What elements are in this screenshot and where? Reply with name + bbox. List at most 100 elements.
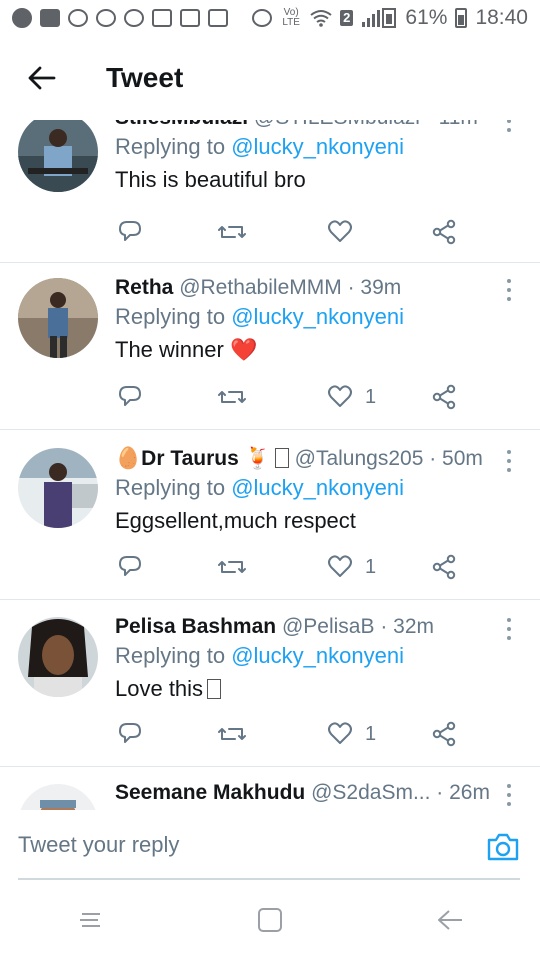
mention-link[interactable]: @lucky_nkonyeni [231,643,404,668]
tweet-text-line: Love this [115,673,520,705]
like-button[interactable]: 1 [327,380,376,414]
retweet-button[interactable] [218,215,246,249]
replying-to: Replying to @lucky_nkonyeni [115,641,520,671]
more-options-icon[interactable] [506,618,512,640]
camera-button[interactable] [486,832,520,862]
tweet-actions: 1 [115,380,465,414]
system-icons: Vo) LTE 2 61% 18:40 [252,6,528,30]
back-button[interactable] [18,54,66,102]
messenger-icon [96,9,116,27]
retweet-button[interactable] [218,380,246,414]
like-button[interactable]: 1 [327,717,376,751]
tweet-actions [115,215,465,249]
reply-button[interactable] [117,717,145,751]
share-icon [432,554,456,580]
checklist-icon [180,9,200,27]
more-options-icon[interactable] [506,279,512,301]
tweet-text: This is beautiful bro [115,167,306,192]
author-name[interactable]: Dr Taurus [141,447,239,470]
more-options-icon[interactable] [506,120,512,132]
heart-icon [328,722,352,744]
replying-prefix: Replying to [115,304,226,329]
heart-icon [328,555,352,577]
retweet-button[interactable] [218,550,246,584]
reply-button[interactable] [117,215,145,249]
tweet-item[interactable]: StilesMbulazi @STILESMbulazi · 11m Reply… [0,120,540,263]
avatar[interactable] [18,120,98,192]
avatar[interactable] [18,617,98,697]
share-button[interactable] [431,550,459,584]
gmail-icon [152,9,172,27]
tweet-text: The winner [115,337,224,362]
notification-icons [12,8,228,28]
like-button[interactable] [327,215,365,249]
replying-to: Replying to @lucky_nkonyeni [115,473,520,503]
mention-link[interactable]: @lucky_nkonyeni [231,475,404,500]
reply-feed[interactable]: StilesMbulazi @STILESMbulazi · 11m Reply… [0,120,540,810]
author-handle[interactable]: @RethabileMMM [179,276,342,299]
tweet-time: · 26m [436,781,490,804]
tweet-header: 🥚Dr Taurus 🍹 @Talungs205 · 50m [115,445,520,473]
author-handle[interactable]: @S2daSm... [311,781,430,804]
author-handle[interactable]: @Talungs205 [295,447,424,470]
missing-glyph-icon [274,448,289,468]
opera-icon [12,8,32,28]
author-handle[interactable]: @PelisaB [282,615,375,638]
reply-input[interactable]: Tweet your reply [18,832,488,858]
like-count: 1 [365,385,377,408]
avatar[interactable] [18,784,98,810]
tweet-item[interactable]: Retha @RethabileMMM · 39m Replying to @l… [0,263,540,430]
home-button[interactable] [240,895,300,945]
replying-prefix: Replying to [115,134,226,159]
tweet-item[interactable]: 🥚Dr Taurus 🍹 @Talungs205 · 50m Replying … [0,430,540,600]
mention-link[interactable]: @lucky_nkonyeni [231,134,404,159]
tweet-item[interactable]: Pelisa Bashman @PelisaB · 32m Replying t… [0,600,540,767]
heart-emoji: ❤️ [229,337,258,362]
app-bar: Tweet [0,36,540,120]
missing-glyph-icon [207,679,222,699]
like-button[interactable]: 1 [327,550,376,584]
more-options-icon[interactable] [506,784,512,806]
reply-input-underline [18,878,520,880]
name-emoji: 🥚 [115,447,142,470]
retweet-button[interactable] [218,717,246,751]
tweet-text: Love this [115,676,204,701]
more-options-icon[interactable] [506,450,512,472]
author-name[interactable]: Pelisa Bashman [115,615,276,638]
author-name[interactable]: Seemane Makhudu [115,781,305,804]
like-count: 1 [365,555,377,578]
avatar[interactable] [18,448,98,528]
tweet-body: Retha @RethabileMMM · 39m Replying to @l… [115,274,520,366]
home-icon [258,908,282,932]
author-handle[interactable]: @STILESMbulazi [254,120,420,129]
tweet-header: Pelisa Bashman @PelisaB · 32m [115,613,520,641]
status-bar: Vo) LTE 2 61% 18:40 [0,0,540,36]
reply-composer: Tweet your reply [0,810,540,880]
author-name[interactable]: Retha [115,276,173,299]
reply-button[interactable] [117,380,145,414]
tweet-item[interactable]: Seemane Makhudu @S2daSm... · 26m [0,767,540,810]
gallery-icon [208,9,228,27]
whatsapp-icon [68,9,88,27]
tweet-actions: 1 [115,550,465,584]
share-button[interactable] [431,380,459,414]
avatar[interactable] [18,278,98,358]
share-icon [432,219,456,245]
tweet-time: · 39m [347,276,402,299]
arrow-left-icon [28,66,56,90]
back-nav-button[interactable] [420,895,480,945]
share-button[interactable] [431,215,459,249]
replying-prefix: Replying to [115,475,226,500]
reply-button[interactable] [117,550,145,584]
share-icon [432,384,456,410]
screen: Vo) LTE 2 61% 18:40 Tweet Replying to @l… [0,0,540,960]
recent-apps-button[interactable] [60,895,120,945]
tweet-header: Retha @RethabileMMM · 39m [115,274,520,302]
reply-icon [119,556,141,576]
tweet-body: Pelisa Bashman @PelisaB · 32m Replying t… [115,613,520,705]
mention-link[interactable]: @lucky_nkonyeni [231,304,404,329]
tweet-text-line: The winner ❤️ [115,334,520,366]
author-name[interactable]: StilesMbulazi [115,120,248,129]
share-button[interactable] [431,717,459,751]
clock: 18:40 [475,6,528,29]
